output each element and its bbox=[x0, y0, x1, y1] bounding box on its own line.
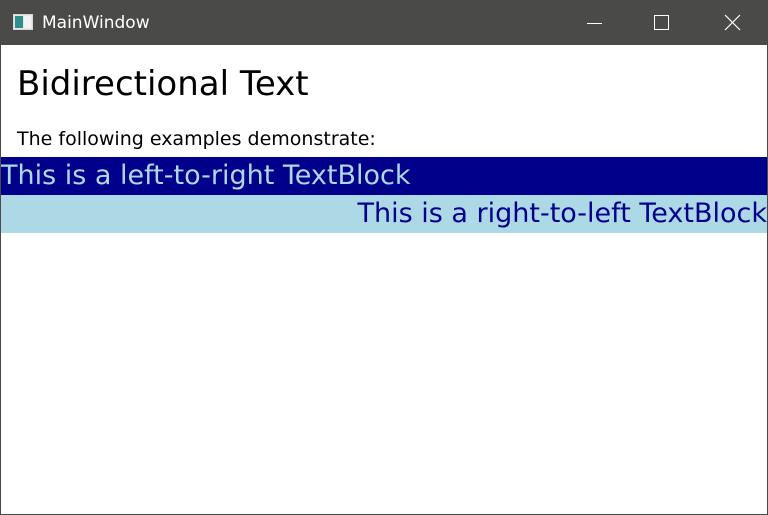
description-text: The following examples demonstrate: bbox=[17, 128, 376, 150]
minimize-icon bbox=[587, 23, 602, 24]
page-title: Bidirectional Text bbox=[17, 64, 309, 104]
rtl-textblock: This is a right-to-left TextBlock bbox=[1, 195, 767, 233]
window-app-icon bbox=[13, 14, 33, 30]
minimize-button[interactable] bbox=[571, 1, 617, 45]
window-content: Bidirectional Text The following example… bbox=[1, 45, 767, 514]
title-bar[interactable]: MainWindow bbox=[1, 1, 767, 45]
maximize-icon bbox=[654, 15, 669, 30]
ltr-textblock: This is a left-to-right TextBlock bbox=[1, 157, 767, 195]
maximize-button[interactable] bbox=[639, 1, 685, 45]
close-icon bbox=[724, 14, 741, 31]
main-window: MainWindow Bidirectional Text The follow… bbox=[0, 0, 768, 515]
window-title: MainWindow bbox=[42, 13, 150, 33]
close-button[interactable] bbox=[709, 1, 755, 45]
